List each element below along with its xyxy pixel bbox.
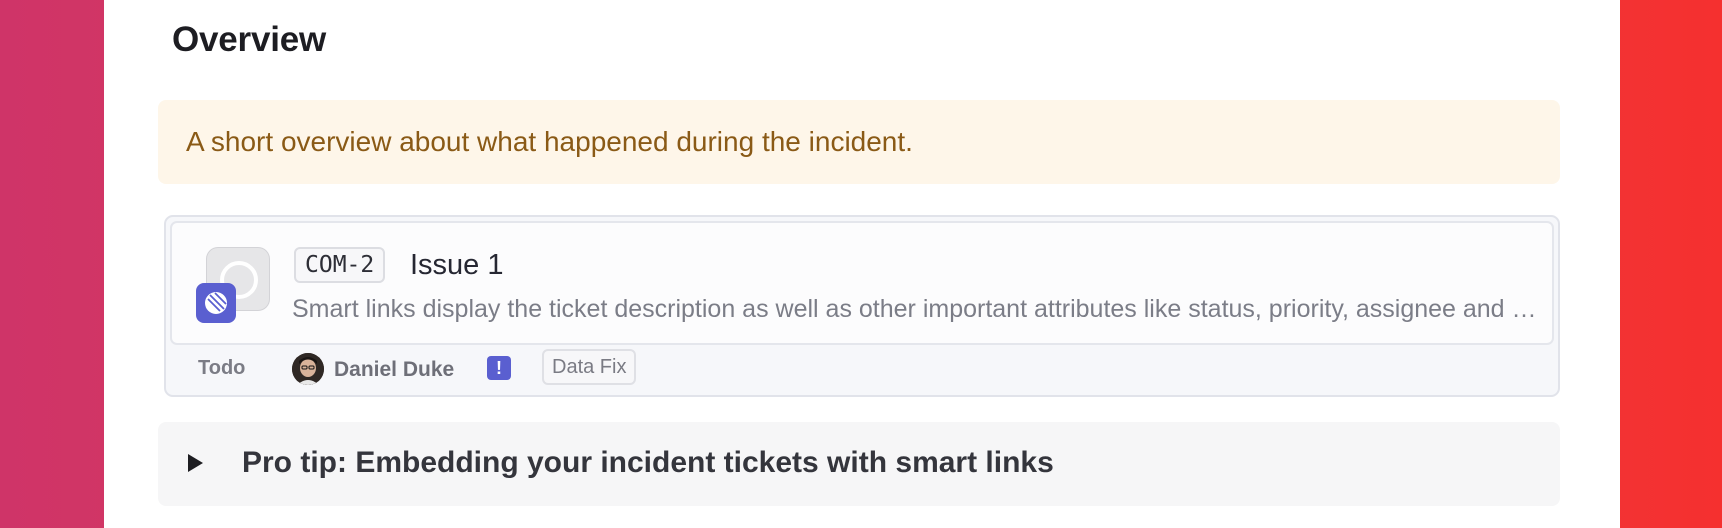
callout-block[interactable]: A short overview about what happened dur… [158, 100, 1560, 184]
label-tag: Data Fix [542, 349, 637, 385]
section-heading: Overview [172, 20, 327, 59]
assignee-name: Daniel Duke [334, 358, 455, 381]
ticket-attributes: Todo Daniel Duke ! Data Fix [166, 345, 1558, 393]
avatar [292, 353, 324, 385]
triangle-right-icon[interactable] [188, 454, 203, 472]
document-page: Overview A short overview about what hap… [104, 0, 1620, 528]
toggle-title: Pro tip: Embedding your incident tickets… [242, 446, 1054, 479]
urgent-priority-icon: ! [487, 356, 511, 380]
ticket-description: Smart links display the ticket descripti… [292, 295, 1542, 323]
linear-icon [196, 283, 236, 323]
callout-text: A short overview about what happened dur… [186, 126, 913, 157]
ticket-title[interactable]: Issue 1 [410, 249, 504, 282]
smart-link-card[interactable]: COM-2 Issue 1 Smart links display the ti… [164, 215, 1560, 397]
smart-link-preview[interactable]: COM-2 Issue 1 Smart links display the ti… [170, 221, 1554, 345]
status-label: Todo [198, 357, 246, 379]
ticket-id-badge: COM-2 [294, 247, 386, 283]
pro-tip-toggle[interactable]: Pro tip: Embedding your incident tickets… [158, 422, 1560, 506]
